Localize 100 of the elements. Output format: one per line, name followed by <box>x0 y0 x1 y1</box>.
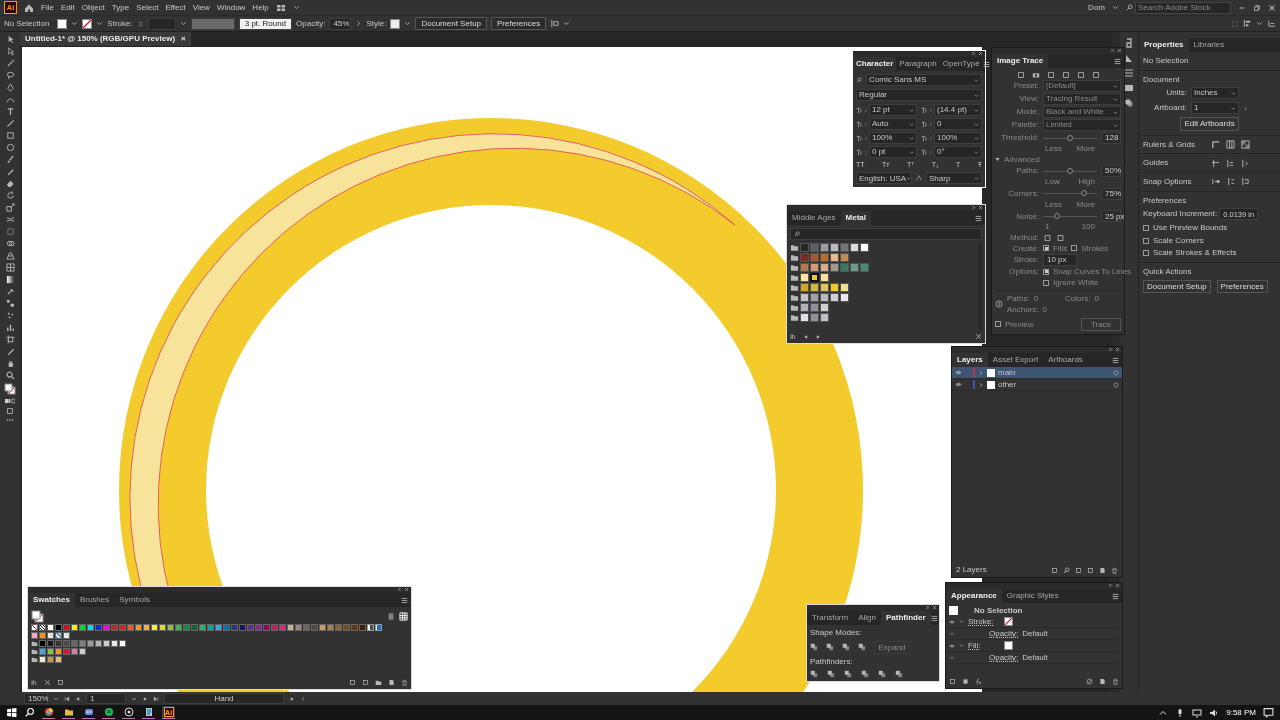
type-setting-field[interactable]: 0 pt <box>869 146 917 158</box>
field-label: Palette: <box>1010 120 1039 130</box>
field-label: Corners: <box>1007 189 1039 199</box>
type-setting-field[interactable]: 100% <box>934 132 982 144</box>
panel-tab[interactable]: Graphic Styles <box>1001 589 1064 603</box>
menu-item[interactable]: Help <box>252 2 269 13</box>
section-heading: Document <box>1143 74 1181 85</box>
edit-artboards-button[interactable]: Edit Artboards <box>1180 117 1239 131</box>
attribute-label[interactable]: Stroke: <box>968 616 1000 627</box>
brush-dropdown[interactable]: 3 pt. Round <box>238 17 293 30</box>
layer-row[interactable]: other <box>952 379 1122 391</box>
section-label: Pathfinders: <box>810 657 854 667</box>
menu-item[interactable]: Object <box>81 2 105 13</box>
user-menu[interactable]: Dom <box>1088 2 1105 13</box>
menu-item[interactable]: View <box>192 2 210 13</box>
units-dropdown[interactable]: Inches <box>1191 87 1239 100</box>
range-min-label: Less <box>1045 199 1062 210</box>
panel-tab[interactable]: OpenType <box>939 57 983 71</box>
type-setting-field[interactable]: (14.4 pt) <box>934 104 982 116</box>
layer-name: main <box>998 367 1017 378</box>
panel-tab[interactable]: Appearance <box>946 589 1002 603</box>
field-label: Stroke: <box>1012 255 1039 265</box>
selection-label: No Selection <box>4 18 50 29</box>
attribute-label[interactable]: Opacity: <box>989 628 1019 639</box>
menu-item[interactable]: File <box>41 2 54 13</box>
panel-tab[interactable]: Properties <box>1139 38 1189 52</box>
field-label: Artboard: <box>1153 103 1187 113</box>
zoom-field[interactable]: 150% <box>24 693 48 704</box>
stat-label: Anchors: <box>1007 304 1039 315</box>
panel-tab[interactable]: Artboards <box>1043 353 1088 367</box>
font-family-dropdown[interactable]: Comic Sans MS <box>866 74 982 86</box>
menu-item[interactable]: Window <box>216 2 246 13</box>
current-tool-field: Hand <box>164 693 284 704</box>
layer-row[interactable]: main <box>952 367 1122 379</box>
panel-tab[interactable]: Paragraph <box>896 57 940 71</box>
panel-tab[interactable]: Middle Ages <box>787 211 841 225</box>
quick-action-button[interactable]: Document Setup <box>1143 279 1211 294</box>
checkbox-label: Preview <box>1005 319 1034 330</box>
language-dropdown[interactable]: English: USA <box>856 172 912 185</box>
attribute-label[interactable]: Fill: <box>968 640 1000 651</box>
field-label: Method: <box>1009 232 1039 243</box>
antialiasing-dropdown[interactable]: Sharp <box>926 172 982 185</box>
menu-item[interactable]: Edit <box>60 2 75 13</box>
field-label: Mode: <box>1015 107 1039 117</box>
opacity-field[interactable]: 45% <box>329 17 352 30</box>
close-tab-icon[interactable]: × <box>181 34 186 44</box>
field-label: Options: <box>1008 267 1039 277</box>
toolbar-button[interactable]: Preferences <box>491 16 547 31</box>
type-setting-field[interactable]: 12 pt <box>869 104 917 116</box>
panel-tab[interactable]: Asset Export <box>987 353 1044 367</box>
panel-tab[interactable]: Metal <box>840 211 872 225</box>
font-style-dropdown[interactable]: Regular <box>856 89 982 101</box>
range-min-label: Low <box>1045 177 1060 187</box>
document-tab[interactable]: Untitled-1* @ 150% (RGB/GPU Preview) × <box>20 32 191 46</box>
section-label: Shape Modes: <box>810 628 863 638</box>
menu-item[interactable]: Select <box>136 2 159 13</box>
artboard-dropdown[interactable]: 1 <box>1191 102 1239 115</box>
panel-tab[interactable]: Libraries <box>1188 38 1230 52</box>
panel-tab[interactable]: Transform <box>807 611 854 625</box>
checkbox-label: Scale Corners <box>1153 235 1204 246</box>
type-setting-field[interactable]: 0 <box>934 118 982 130</box>
panel-tab[interactable]: Character <box>853 57 897 71</box>
section-heading: Quick Actions <box>1143 266 1193 277</box>
attribute-value: Default <box>1022 652 1048 663</box>
type-setting-field[interactable]: Auto <box>869 118 917 130</box>
section-label: Guides <box>1143 158 1170 168</box>
stroke-label: Stroke: <box>107 18 133 29</box>
selection-status: No Selection <box>1143 56 1190 66</box>
menu-item[interactable]: Type <box>111 2 130 13</box>
range-max-label: 100 <box>1081 222 1095 232</box>
panel-tab[interactable]: Swatches <box>28 593 75 607</box>
checkbox-label: Scale Strokes & Effects <box>1153 248 1237 258</box>
style-label: Style: <box>366 18 387 29</box>
type-setting-field[interactable]: 100% <box>869 132 917 144</box>
stat-value: 0 <box>1033 294 1039 304</box>
field-label: Noise: <box>1015 211 1039 222</box>
checkbox-label: Use Preview Bounds <box>1153 223 1228 233</box>
search-field[interactable]: Search Adobe Stock <box>1135 1 1231 14</box>
quick-action-button[interactable]: Preferences <box>1216 279 1268 294</box>
layer-name: other <box>998 379 1018 390</box>
panel-tab[interactable]: Pathfinder <box>880 611 931 625</box>
layer-count: 2 Layers <box>956 565 988 575</box>
toolbar-button[interactable]: Document Setup <box>415 16 488 31</box>
checkbox-label: Ignore White <box>1053 277 1099 288</box>
range-min-label: Less <box>1045 144 1062 154</box>
artboard-number-field[interactable]: 1 <box>86 693 126 704</box>
menu-item[interactable]: Effect <box>165 2 186 13</box>
section-label: Snap Options <box>1143 176 1193 187</box>
stat-label: Paths: <box>1007 294 1030 304</box>
attribute-label[interactable]: Opacity: <box>989 652 1019 663</box>
panel-tab[interactable]: Symbols <box>114 593 155 607</box>
field-label: Keyboard Increment: <box>1143 209 1218 219</box>
type-setting-field[interactable]: 0° <box>934 146 982 158</box>
checkbox-label: Strokes <box>1081 243 1109 254</box>
field-label: Threshold: <box>1000 133 1039 143</box>
panel-tab[interactable]: Brushes <box>74 593 115 607</box>
clock[interactable]: 9:58 PM <box>1226 707 1256 718</box>
range-max-label: High <box>1078 177 1095 187</box>
panel-tab[interactable]: Align <box>853 611 881 625</box>
panel-tab[interactable]: Layers <box>952 353 988 367</box>
